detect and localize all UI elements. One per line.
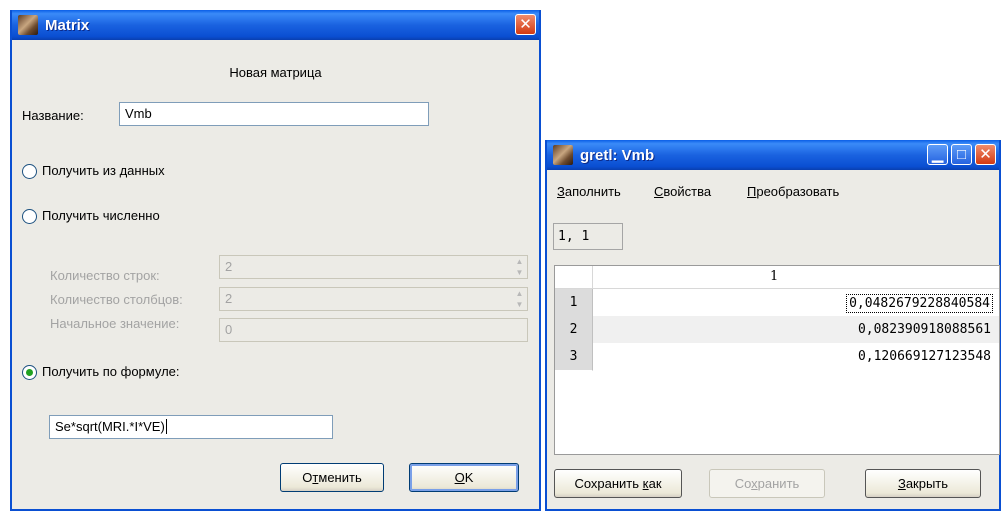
menu-fill-rest: аполнить (564, 184, 621, 199)
init-value-input: 0 (219, 318, 528, 342)
cell-value[interactable]: 0,082390918088561 (856, 321, 993, 338)
cell-reference-field[interactable]: 1, 1 (553, 223, 623, 250)
ok-label-mnemonic: O (454, 470, 465, 485)
save-as-button[interactable]: Сохранить как (554, 469, 682, 498)
close-button[interactable]: Закрыть (865, 469, 981, 498)
cell-value[interactable]: 0,0482679228840584 (846, 294, 993, 313)
save-prefix: Со (734, 476, 752, 491)
gretl-titlebar[interactable]: gretl: Vmb ▁ □ ✕ (547, 140, 999, 170)
maximize-button[interactable]: □ (951, 144, 972, 165)
save-as-prefix: Сохранить (574, 476, 643, 491)
cols-value: 2 (225, 291, 233, 306)
rows-label: Количество строк: (50, 268, 160, 283)
name-label: Название: (22, 108, 84, 123)
rows-spin-buttons: ▲ ▼ (515, 257, 524, 277)
radio-selected-dot (26, 369, 33, 376)
column-header[interactable]: 1 (770, 269, 778, 284)
close-icon: ✕ (519, 16, 532, 33)
ok-button[interactable]: OK (409, 463, 519, 492)
cancel-label-suffix: менить (318, 470, 362, 485)
save-as-suffix: ак (648, 476, 662, 491)
window-title: gretl: Vmb (580, 147, 655, 164)
from-data-label[interactable]: Получить из данных (42, 163, 165, 178)
menu-transform-mnemonic: П (747, 184, 757, 199)
row-header: 1 (555, 289, 593, 317)
window-title: Matrix (45, 17, 90, 34)
rows-value: 2 (225, 259, 233, 274)
menu-props-mnemonic: С (654, 184, 664, 199)
close-window-button[interactable]: ✕ (515, 14, 536, 35)
text-cursor (165, 419, 167, 434)
close-mnemonic: З (897, 476, 906, 491)
cell-value[interactable]: 0,120669127123548 (856, 348, 993, 365)
menu-properties[interactable]: Свойства (654, 184, 711, 199)
menu-fill-mnemonic: З (557, 184, 565, 199)
gretl-matrix-window: gretl: Vmb ▁ □ ✕ Заполнить Свойства Прео… (545, 140, 1001, 511)
formula-input[interactable]: Se*sqrt(MRI.*I*VE) (49, 415, 333, 439)
grid-header: 1 (555, 266, 999, 289)
init-label: Начальное значение: (50, 316, 180, 331)
matrix-titlebar[interactable]: Matrix ✕ (12, 10, 539, 40)
cancel-button[interactable]: Отменить (280, 463, 384, 492)
minimize-button[interactable]: ▁ (927, 144, 948, 165)
ok-label-suffix: K (464, 470, 474, 485)
cols-spinner: 2 ▲ ▼ (219, 287, 528, 311)
table-row[interactable]: 1 0,0482679228840584 (555, 289, 999, 317)
table-row[interactable]: 3 0,120669127123548 (555, 343, 999, 371)
menu-props-rest: войства (663, 184, 712, 199)
gretl-app-icon (553, 145, 573, 165)
menu-bar: Заполнить Свойства Преобразовать (547, 173, 999, 211)
formula-text: Se*sqrt(MRI.*I*VE) (55, 419, 165, 434)
cancel-label-prefix: О (302, 470, 313, 485)
gretl-app-icon (18, 15, 38, 35)
cols-spin-buttons: ▲ ▼ (515, 289, 524, 309)
matrix-dialog: Matrix ✕ Новая матрица Название: Vmb Пол… (10, 10, 541, 511)
corner-cell (555, 266, 593, 288)
row-header: 3 (555, 343, 593, 371)
close-icon: ✕ (979, 146, 992, 163)
matrix-grid[interactable]: 1 1 0,0482679228840584 2 0,0823909180885… (554, 265, 1000, 455)
save-button[interactable]: Сохранить (709, 469, 825, 498)
dialog-subtitle: Новая матрица (229, 65, 322, 80)
rows-spinner: 2 ▲ ▼ (219, 255, 528, 279)
save-suffix: ранить (757, 476, 800, 491)
menu-transform-rest: реобразовать (756, 184, 840, 199)
menu-transform[interactable]: Преобразовать (747, 184, 839, 199)
menu-fill[interactable]: Заполнить (557, 184, 621, 199)
matrix-name-input[interactable]: Vmb (119, 102, 429, 126)
formula-label[interactable]: Получить по формуле: (42, 364, 180, 379)
minimize-icon: ▁ (931, 146, 944, 163)
numeric-radio[interactable] (22, 209, 37, 224)
formula-radio[interactable] (22, 365, 37, 380)
maximize-icon: □ (956, 146, 967, 163)
cols-label: Количество столбцов: (50, 292, 183, 307)
close-rest: акрыть (905, 476, 949, 491)
table-row[interactable]: 2 0,082390918088561 (555, 316, 999, 344)
row-header: 2 (555, 316, 593, 344)
numeric-label[interactable]: Получить численно (42, 208, 160, 223)
from-data-radio[interactable] (22, 164, 37, 179)
close-window-button[interactable]: ✕ (975, 144, 996, 165)
